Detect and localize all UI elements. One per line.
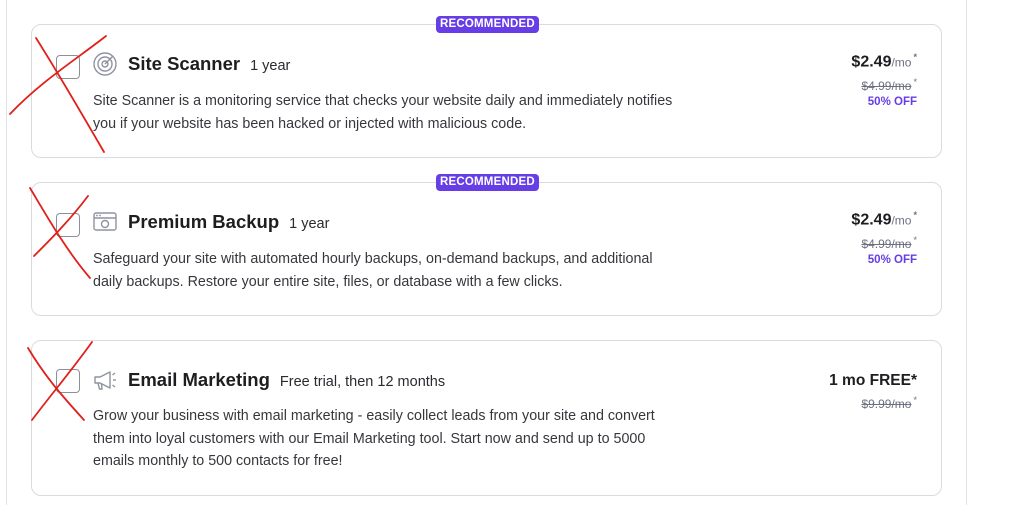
addon-card-email-marketing[interactable]: Email Marketing Free trial, then 12 mont… — [31, 340, 942, 496]
discount-label: 50% OFF — [867, 96, 917, 109]
megaphone-icon — [94, 371, 116, 390]
addon-period: Free trial, then 12 months — [279, 374, 446, 390]
site-scanner-title: Site Scanner 1 year — [128, 53, 290, 75]
addon-name: Premium Backup — [128, 211, 280, 232]
radar-icon — [93, 52, 117, 76]
premium-backup-title: Premium Backup 1 year — [128, 211, 329, 233]
current-price: 1 mo FREE* — [829, 372, 917, 389]
addon-name: Site Scanner — [128, 53, 241, 74]
original-price: $4.99/mo * — [861, 77, 917, 94]
premium-backup-pricing: $2.49/mo * $4.99/mo * 50% OFF — [851, 210, 917, 266]
addon-card-site-scanner[interactable]: RECOMMENDED Site Scanner 1 year Site Sca… — [31, 16, 942, 158]
premium-backup-checkbox[interactable] — [56, 213, 80, 237]
email-marketing-pricing: 1 mo FREE* $9.99/mo * — [829, 372, 917, 411]
site-scanner-checkbox[interactable] — [56, 55, 80, 79]
email-marketing-title: Email Marketing Free trial, then 12 mont… — [128, 369, 445, 391]
site-scanner-description: Site Scanner is a monitoring service tha… — [93, 93, 673, 132]
left-divider — [6, 0, 7, 505]
right-divider — [966, 0, 967, 505]
addon-name: Email Marketing — [128, 369, 270, 390]
addon-period: 1 year — [250, 58, 291, 74]
email-marketing-checkbox[interactable] — [56, 369, 80, 393]
recommended-badge: RECOMMENDED — [436, 16, 539, 33]
addon-period: 1 year — [289, 216, 330, 232]
addon-card-premium-backup[interactable]: RECOMMENDED Premium Backup 1 year Safegu… — [31, 174, 942, 316]
premium-backup-description: Safeguard your site with automated hourl… — [93, 251, 653, 290]
email-marketing-description: Grow your business with email marketing … — [93, 408, 655, 469]
original-price: $9.99/mo * — [861, 395, 917, 411]
current-price: $2.49/mo * — [851, 52, 917, 71]
site-scanner-pricing: $2.49/mo * $4.99/mo * 50% OFF — [851, 52, 917, 108]
original-price: $4.99/mo * — [861, 235, 917, 252]
recommended-badge: RECOMMENDED — [436, 174, 539, 191]
current-price: $2.49/mo * — [851, 210, 917, 229]
discount-label: 50% OFF — [867, 254, 917, 267]
backup-icon — [93, 212, 117, 231]
